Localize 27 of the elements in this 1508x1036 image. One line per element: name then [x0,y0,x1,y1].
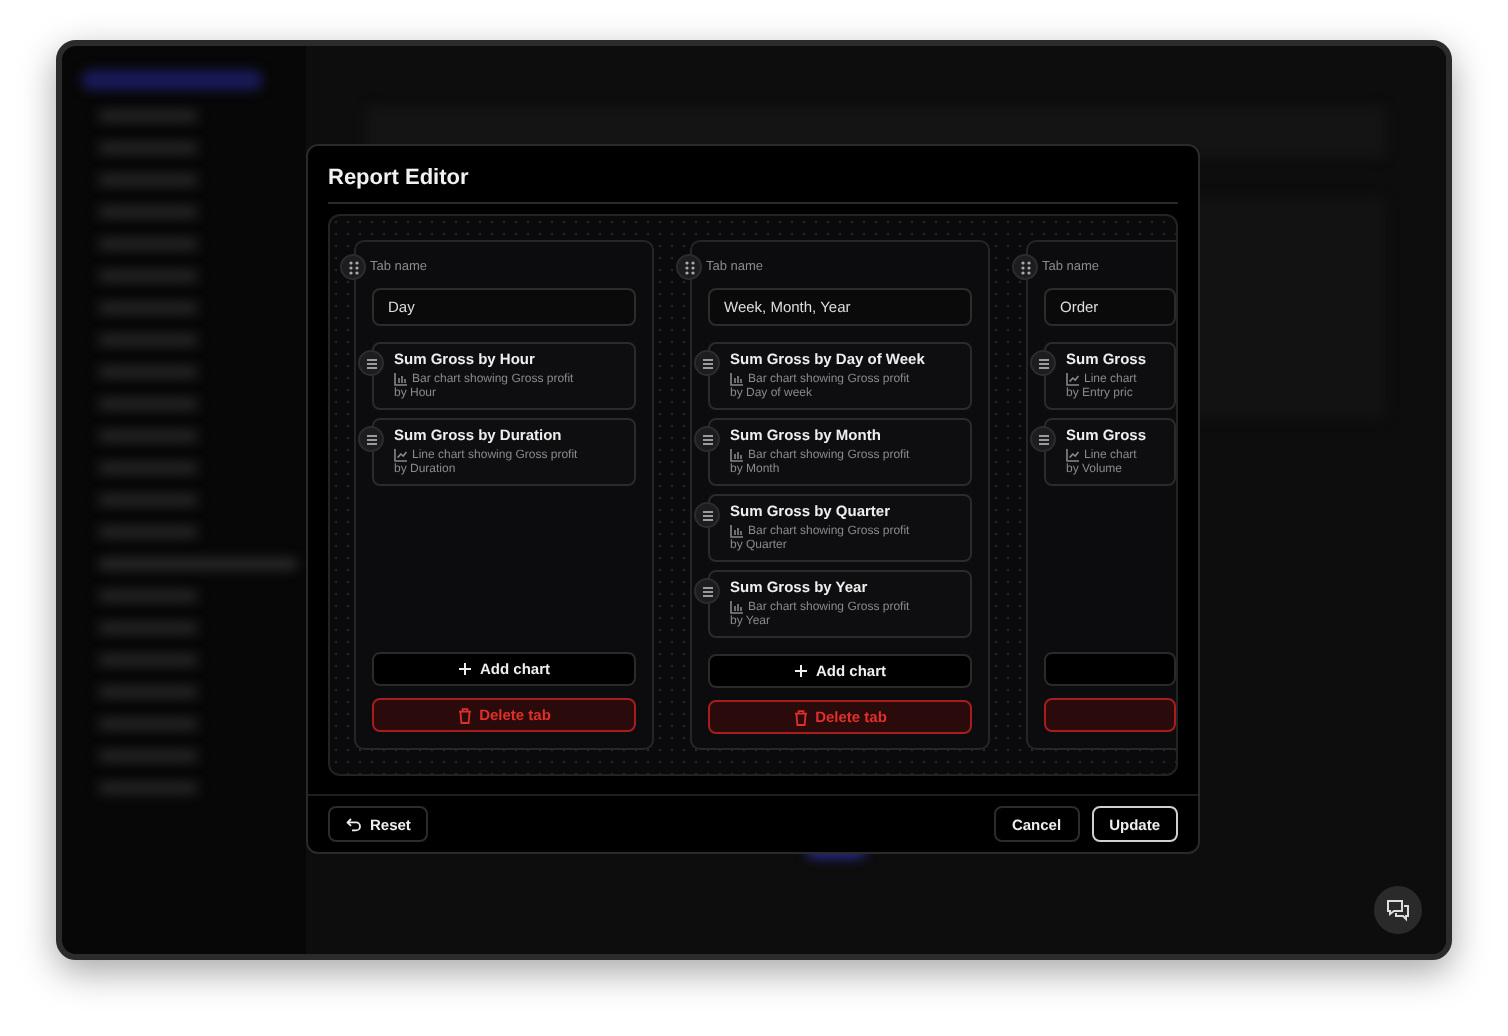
drag-handle-icon[interactable] [676,254,702,280]
bar-chart-icon [730,524,744,538]
drag-handle-icon[interactable] [694,578,720,604]
bar-chart-icon [730,448,744,462]
delete-tab-button[interactable] [1044,698,1176,732]
line-chart-icon [1066,372,1080,386]
drag-handle-icon[interactable] [694,350,720,376]
drag-handle-icon[interactable] [1030,350,1056,376]
drag-handle-icon[interactable] [340,254,366,280]
bar-chart-icon [730,600,744,614]
drag-handle-icon[interactable] [358,426,384,452]
drag-handle-icon[interactable] [1012,254,1038,280]
drag-handle-icon[interactable] [358,350,384,376]
drag-handle-icon[interactable] [694,502,720,528]
trash-icon [457,707,472,723]
undo-icon [346,817,362,831]
bar-chart-icon [730,372,744,386]
line-chart-icon [1066,448,1080,462]
chat-icon [1386,898,1410,922]
drag-handle-icon[interactable] [1030,426,1056,452]
bar-chart-icon [394,372,408,386]
plus-icon [793,664,808,678]
dialog-title: Report Editor [328,146,1178,204]
plus-icon [457,662,472,676]
line-chart-icon [394,448,408,462]
drag-handle-icon[interactable] [694,426,720,452]
trash-icon [793,709,808,725]
